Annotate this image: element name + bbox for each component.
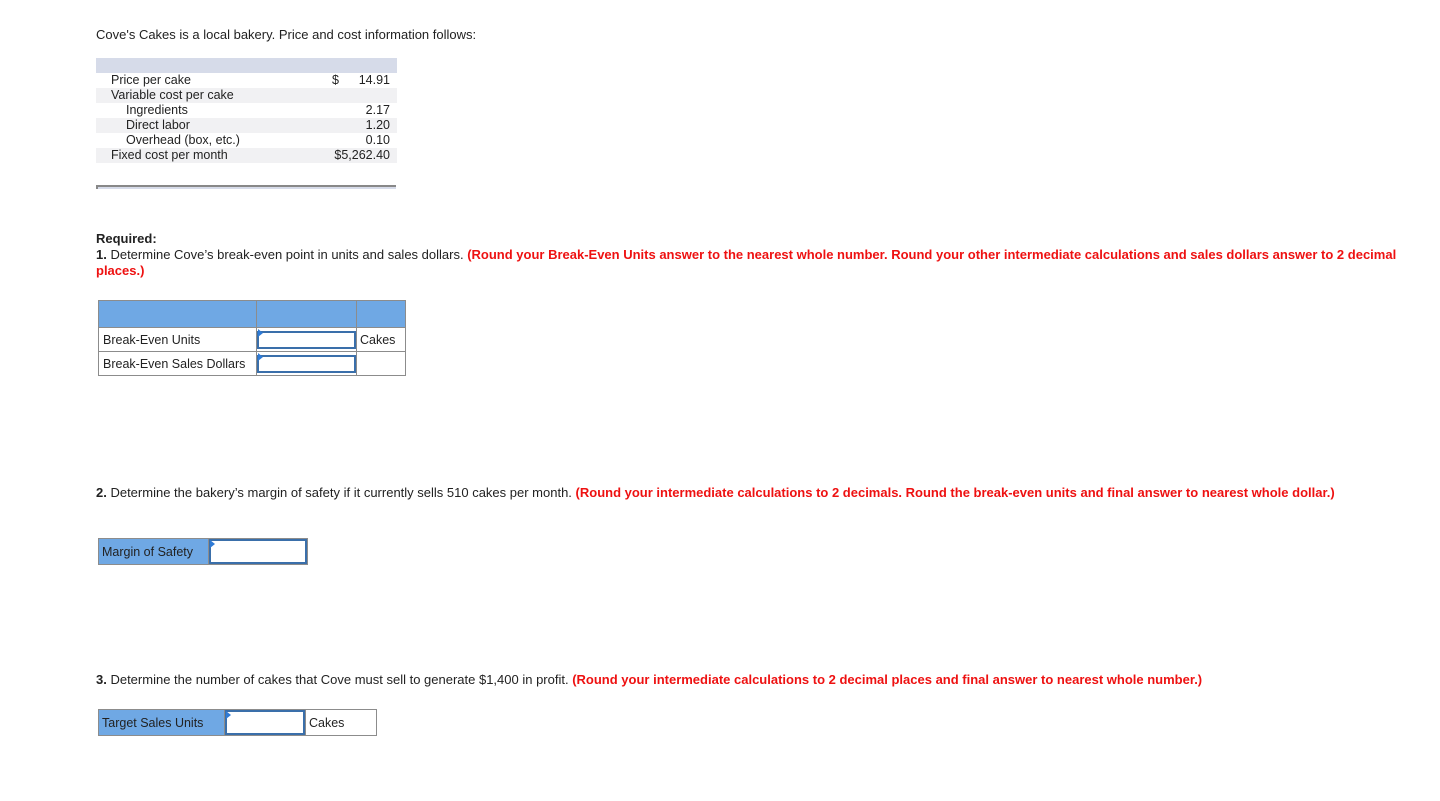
margin-of-safety-table: Margin of Safety <box>98 538 308 565</box>
q2-number: 2. <box>96 485 107 500</box>
break-even-table: Break-Even Units Cakes Break-Even Sales … <box>98 300 406 376</box>
cost-row-ingredients: Ingredients 2.17 <box>96 103 397 118</box>
cost-row-overhead: Overhead (box, etc.) 0.10 <box>96 133 397 148</box>
cost-label: Overhead (box, etc.) <box>126 133 240 147</box>
break-even-units-unit: Cakes <box>356 327 406 352</box>
question-2: 2. Determine the bakery’s margin of safe… <box>96 485 1426 501</box>
cost-value: 2.17 <box>365 103 390 117</box>
q2-text: Determine the bakery’s margin of safety … <box>106 485 576 500</box>
flag-marker-icon <box>258 329 263 337</box>
q1-text: Determine Cove’s break-even point in uni… <box>106 247 468 262</box>
cost-row-price: Price per cake $ 14.91 <box>96 73 397 88</box>
cost-info-table: Price per cake $ 14.91 Variable cost per… <box>96 58 397 163</box>
break-even-units-label: Break-Even Units <box>98 327 257 352</box>
q3-rounding-note: (Round your intermediate calculations to… <box>572 672 1203 687</box>
margin-of-safety-label: Margin of Safety <box>98 538 209 565</box>
question-1: Required: 1. Determine Cove’s break-even… <box>96 231 1426 279</box>
required-heading: Required: <box>96 231 157 246</box>
flag-marker-icon <box>226 711 231 719</box>
cost-value: 14.91 <box>358 73 390 87</box>
flag-marker-icon <box>210 540 215 548</box>
cost-table-header <box>96 58 397 73</box>
margin-of-safety-row: Margin of Safety <box>98 538 308 565</box>
margin-of-safety-input[interactable] <box>209 539 307 564</box>
break-even-units-input[interactable] <box>257 330 356 349</box>
q1-number: 1. <box>96 247 107 262</box>
target-sales-units-unit: Cakes <box>305 709 377 736</box>
cost-row-direct-labor: Direct labor 1.20 <box>96 118 397 133</box>
q3-text: Determine the number of cakes that Cove … <box>106 672 573 687</box>
cost-table-footer <box>96 185 396 189</box>
cost-label: Direct labor <box>126 118 190 132</box>
cost-currency: $ <box>332 73 339 87</box>
question-3: 3. Determine the number of cakes that Co… <box>96 672 1426 688</box>
cost-value: 0.10 <box>365 133 390 147</box>
cost-label: Fixed cost per month <box>111 148 228 162</box>
break-even-sales-row: Break-Even Sales Dollars <box>98 351 406 376</box>
cost-label: Price per cake <box>111 73 191 87</box>
flag-marker-icon <box>258 353 263 361</box>
break-even-sales-unit <box>356 351 406 376</box>
cost-value: $5,262.40 <box>334 148 390 162</box>
break-even-table-header <box>98 300 406 328</box>
target-sales-units-label: Target Sales Units <box>98 709 225 736</box>
break-even-sales-input[interactable] <box>257 354 356 373</box>
cost-row-variable: Variable cost per cake <box>96 88 397 103</box>
target-sales-units-input[interactable] <box>225 710 305 735</box>
cost-label: Variable cost per cake <box>111 88 234 102</box>
target-sales-row: Target Sales Units Cakes <box>98 709 377 736</box>
q3-number: 3. <box>96 672 107 687</box>
cost-value: 1.20 <box>365 118 390 132</box>
break-even-units-row: Break-Even Units Cakes <box>98 327 406 352</box>
cost-row-fixed: Fixed cost per month $5,262.40 <box>96 148 397 163</box>
cost-label: Ingredients <box>126 103 188 117</box>
problem-intro: Cove's Cakes is a local bakery. Price an… <box>96 27 477 42</box>
break-even-sales-label: Break-Even Sales Dollars <box>98 351 257 376</box>
target-sales-table: Target Sales Units Cakes <box>98 709 377 736</box>
q2-rounding-note: (Round your intermediate calculations to… <box>575 485 1335 500</box>
